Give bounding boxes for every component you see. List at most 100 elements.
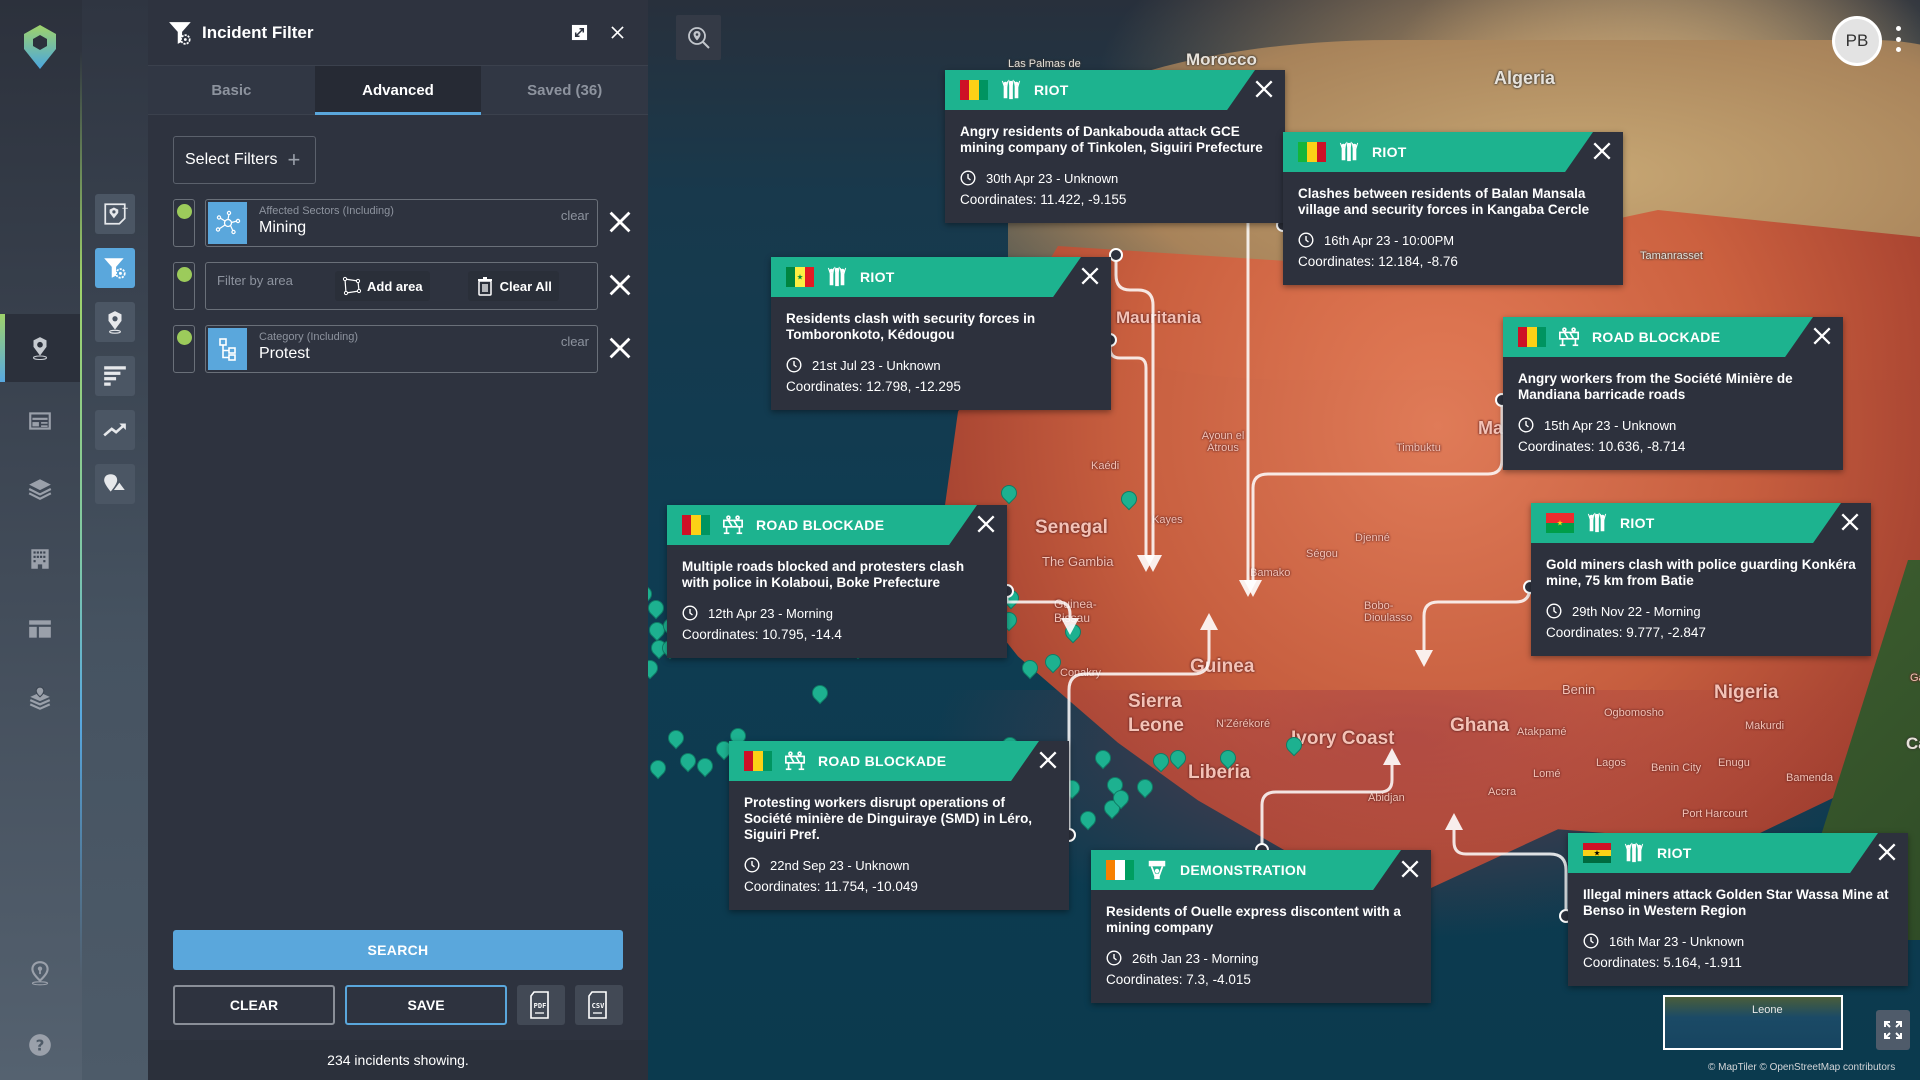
incident-marker[interactable] — [1045, 654, 1059, 672]
tool-locations[interactable] — [95, 302, 135, 342]
rail-item-help[interactable]: ? — [0, 1022, 80, 1068]
filter-clear-link[interactable]: clear — [561, 334, 589, 349]
search-button[interactable]: SEARCH — [173, 930, 623, 970]
close-card-button[interactable] — [1081, 267, 1099, 285]
save-button[interactable]: SAVE — [345, 985, 507, 1025]
flag-burkina-faso-icon — [1546, 513, 1574, 533]
tool-risk-areas[interactable] — [95, 464, 135, 504]
incident-marker[interactable] — [1022, 660, 1036, 678]
rail-item-map-incidents[interactable] — [0, 314, 80, 382]
rail-item-layers[interactable] — [0, 466, 80, 512]
incident-time-text: 12th Apr 23 - Morning — [708, 605, 834, 621]
rail-item-news[interactable] — [0, 398, 80, 444]
remove-filter-button[interactable] — [609, 337, 631, 359]
affected-sectors-filter[interactable]: Affected Sectors (Including) Mining clea… — [205, 199, 598, 247]
export-pdf-button[interactable]: PDF — [517, 985, 565, 1025]
clear-all-areas-button[interactable]: Clear All — [467, 271, 559, 301]
expand-panel-button[interactable] — [568, 22, 590, 44]
incident-time: 15th Apr 23 - Unknown — [1518, 417, 1828, 433]
close-panel-button[interactable] — [606, 22, 628, 44]
incident-card[interactable]: DEMONSTRATION Residents of Ouelle express… — [1091, 850, 1431, 1003]
map-view[interactable]: Morocco Algeria Mauritania Mali Senegal … — [648, 0, 1920, 1080]
incident-card[interactable]: RIOT Gold miners clash with police guardi… — [1531, 503, 1871, 656]
incident-marker[interactable] — [648, 600, 662, 618]
user-avatar[interactable]: PB — [1832, 16, 1882, 66]
panel-title: Incident Filter — [202, 22, 314, 42]
clock-icon — [786, 357, 812, 373]
pdf-file-icon: PDF — [530, 991, 549, 1019]
incident-card[interactable]: RIOT Angry residents of Dankabouda attack… — [945, 70, 1285, 223]
map-label-country: Guinea — [1190, 656, 1255, 677]
incident-marker[interactable] — [1001, 485, 1015, 503]
tool-add-location-note[interactable]: + — [95, 194, 135, 234]
rail-item-buildings[interactable] — [0, 536, 80, 582]
remove-filter-button[interactable] — [609, 211, 631, 233]
incident-card[interactable]: RIOT Clashes between residents of Balan M… — [1283, 132, 1623, 285]
add-area-button[interactable]: Add area — [335, 271, 430, 301]
flag-mali-icon — [1298, 142, 1326, 162]
tab-saved[interactable]: Saved (36) — [481, 66, 648, 114]
incident-marker[interactable] — [1121, 491, 1135, 509]
rail-item-alerts-location[interactable] — [0, 950, 80, 996]
close-card-button[interactable] — [1813, 327, 1831, 345]
close-card-button[interactable] — [1878, 843, 1896, 861]
close-card-button[interactable] — [1255, 80, 1273, 98]
incident-card[interactable]: ROAD BLOCKADE Multiple roads blocked and … — [667, 505, 1007, 658]
incident-marker[interactable] — [812, 685, 826, 703]
incident-card[interactable]: RIOT Illegal miners attack Golden Star Wa… — [1568, 833, 1908, 986]
incident-marker[interactable] — [1286, 737, 1300, 755]
incident-card[interactable]: ROAD BLOCKADE Protesting workers disrupt … — [729, 741, 1069, 910]
remove-filter-button[interactable] — [609, 274, 631, 296]
incident-marker[interactable] — [697, 758, 711, 776]
tab-basic[interactable]: Basic — [148, 66, 315, 114]
incident-marker[interactable] — [1080, 811, 1094, 829]
select-filters-button[interactable]: Select Filters + — [173, 136, 316, 184]
incident-time: 22nd Sep 23 - Unknown — [744, 857, 1054, 873]
incident-marker[interactable] — [1137, 779, 1151, 797]
incident-marker[interactable] — [1065, 624, 1079, 642]
tool-trends[interactable] — [95, 410, 135, 450]
incident-filter-panel: Incident Filter Basic Advanced Saved (36… — [148, 0, 648, 1080]
filter-clear-link[interactable]: clear — [561, 208, 589, 223]
incident-marker[interactable] — [1095, 750, 1109, 768]
incident-marker[interactable] — [680, 753, 694, 771]
more-options-button[interactable] — [1893, 26, 1903, 52]
incident-marker[interactable] — [1220, 750, 1234, 768]
minimap[interactable]: Leone — [1663, 995, 1843, 1050]
clear-button[interactable]: CLEAR — [173, 985, 335, 1025]
incident-card[interactable]: ROAD BLOCKADE Angry workers from the Soci… — [1503, 317, 1843, 470]
clear-all-label: Clear All — [499, 278, 552, 294]
incident-card[interactable]: RIOT Residents clash with security forces… — [771, 257, 1111, 410]
map-label-country: Sierra Leone — [1128, 691, 1184, 736]
incident-marker[interactable] — [650, 760, 664, 778]
hierarchy-icon — [208, 328, 247, 370]
close-card-button[interactable] — [1039, 751, 1057, 769]
rail-item-location-layers[interactable] — [0, 676, 80, 722]
incident-marker[interactable] — [1153, 753, 1167, 771]
incident-marker[interactable] — [1113, 790, 1127, 808]
rail-item-dashboard[interactable] — [0, 606, 80, 652]
map-label-country: Benin — [1562, 682, 1596, 697]
filter-toggle[interactable] — [173, 199, 195, 247]
fullscreen-button[interactable] — [1876, 1010, 1910, 1050]
close-card-button[interactable] — [1841, 513, 1859, 531]
clock-icon — [744, 857, 770, 873]
incident-marker[interactable] — [1170, 750, 1184, 768]
incident-marker[interactable] — [716, 741, 730, 759]
map-attribution[interactable]: © MapTiler © OpenStreetMap contributors — [1708, 1062, 1895, 1073]
close-card-button[interactable] — [977, 515, 995, 533]
incident-marker[interactable] — [649, 622, 663, 640]
incident-marker[interactable] — [648, 660, 656, 678]
category-filter[interactable]: Category (Including) Protest clear — [205, 325, 598, 373]
incident-coordinates: Coordinates: 9.777, -2.847 — [1546, 625, 1706, 640]
filter-toggle[interactable] — [173, 325, 195, 373]
export-csv-button[interactable]: CSV — [575, 985, 623, 1025]
close-card-button[interactable] — [1401, 860, 1419, 878]
tool-list-sort[interactable] — [95, 356, 135, 396]
tab-advanced[interactable]: Advanced — [314, 66, 482, 115]
filter-toggle[interactable] — [173, 262, 195, 310]
incident-marker[interactable] — [668, 730, 682, 748]
tool-incident-filter[interactable] — [95, 248, 135, 288]
close-card-button[interactable] — [1593, 142, 1611, 160]
map-search-location-button[interactable] — [676, 15, 721, 60]
